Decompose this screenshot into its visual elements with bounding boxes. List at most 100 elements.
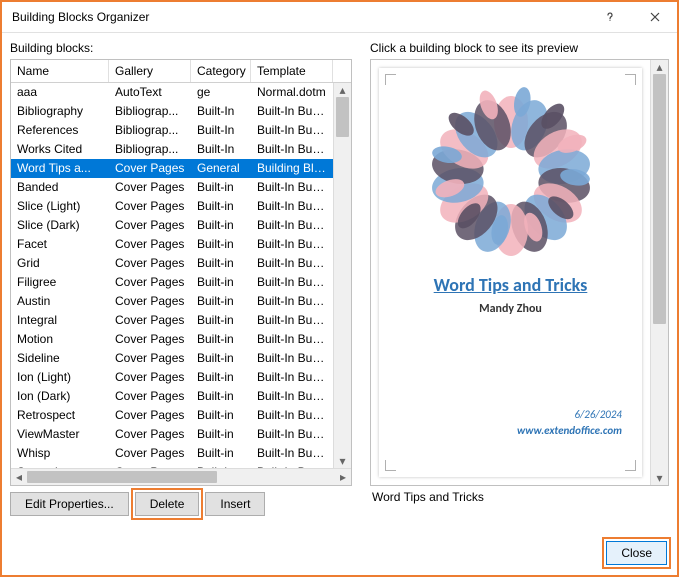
building-blocks-list[interactable]: Name Gallery Category Template aaaAutoTe… (10, 59, 352, 486)
cell-template: Built-In Buil... (251, 178, 333, 197)
cell-name: Ion (Light) (11, 368, 109, 387)
scrollbar-thumb[interactable] (336, 97, 349, 137)
cell-name: ViewMaster (11, 425, 109, 444)
preview-doc-url: www.extendoffice.com (517, 424, 622, 437)
table-row[interactable]: Slice (Dark)Cover PagesBuilt-inBuilt-In … (11, 216, 333, 235)
dialog-title: Building Blocks Organizer (12, 10, 587, 24)
table-row[interactable]: RetrospectCover PagesBuilt-inBuilt-In Bu… (11, 406, 333, 425)
cell-name: Filigree (11, 273, 109, 292)
preview-area: Word Tips and Tricks Mandy Zhou 6/26/202… (370, 59, 669, 486)
edit-properties-button[interactable]: Edit Properties... (10, 492, 129, 516)
scroll-left-icon: ◂ (11, 469, 27, 485)
cell-name: Sideline (11, 349, 109, 368)
page-margin-mark (385, 460, 396, 471)
cell-template: Built-In Buil... (251, 197, 333, 216)
cell-template: Built-In Buil... (251, 292, 333, 311)
building-blocks-label: Building blocks: (10, 39, 352, 59)
cell-name: Retrospect (11, 406, 109, 425)
list-horizontal-scrollbar[interactable]: ◂ ▸ (11, 468, 351, 485)
cell-gallery: Bibliograp... (109, 140, 191, 159)
cell-category: Built-in (191, 178, 251, 197)
column-header-name[interactable]: Name (11, 60, 109, 82)
cell-category: Built-in (191, 330, 251, 349)
cell-name: References (11, 121, 109, 140)
cell-template: Built-In Buil... (251, 235, 333, 254)
table-row[interactable]: Word Tips a...Cover PagesGeneralBuilding… (11, 159, 333, 178)
cell-category: Built-in (191, 273, 251, 292)
table-row[interactable]: FacetCover PagesBuilt-inBuilt-In Buil... (11, 235, 333, 254)
scroll-up-icon: ▴ (651, 60, 668, 74)
cell-gallery: Cover Pages (109, 444, 191, 463)
delete-button[interactable]: Delete (135, 492, 200, 516)
cell-category: Built-in (191, 292, 251, 311)
cell-gallery: Cover Pages (109, 159, 191, 178)
table-row[interactable]: Slice (Light)Cover PagesBuilt-inBuilt-In… (11, 197, 333, 216)
table-row[interactable]: BibliographyBibliograp...Built-InBuilt-I… (11, 102, 333, 121)
cell-category: Built-In (191, 102, 251, 121)
column-header-category[interactable]: Category (191, 60, 251, 82)
table-row[interactable]: ViewMasterCover PagesBuilt-inBuilt-In Bu… (11, 425, 333, 444)
page-margin-mark (625, 460, 636, 471)
cell-template: Built-In Buil... (251, 102, 333, 121)
scroll-up-icon: ▴ (334, 83, 351, 97)
cell-template: Built-In Buil... (251, 444, 333, 463)
table-row[interactable]: SidelineCover PagesBuilt-inBuilt-In Buil… (11, 349, 333, 368)
preview-vertical-scrollbar[interactable]: ▴ ▾ (650, 60, 668, 485)
cell-category: Built-in (191, 425, 251, 444)
table-row[interactable]: aaaAutoTextgeNormal.dotm (11, 83, 333, 102)
cell-template: Built-In Buil... (251, 216, 333, 235)
help-button[interactable] (587, 3, 632, 31)
preview-doc-subtitle: Mandy Zhou (479, 302, 542, 316)
table-row[interactable]: FiligreeCover PagesBuilt-inBuilt-In Buil… (11, 273, 333, 292)
cell-gallery: Cover Pages (109, 330, 191, 349)
preview-page: Word Tips and Tricks Mandy Zhou 6/26/202… (379, 68, 642, 477)
cell-gallery: Cover Pages (109, 273, 191, 292)
cell-category: Built-in (191, 387, 251, 406)
cell-template: Built-In Buil... (251, 368, 333, 387)
table-row[interactable]: MotionCover PagesBuilt-inBuilt-In Buil..… (11, 330, 333, 349)
cell-template: Built-In Buil... (251, 121, 333, 140)
cell-gallery: AutoText (109, 83, 191, 102)
cell-name: Grid (11, 254, 109, 273)
column-header-gallery[interactable]: Gallery (109, 60, 191, 82)
cell-name: Works Cited (11, 140, 109, 159)
cell-name: Slice (Light) (11, 197, 109, 216)
hscrollbar-thumb[interactable] (27, 471, 217, 483)
cell-category: Built-In (191, 121, 251, 140)
cell-template: Built-In Buil... (251, 406, 333, 425)
close-window-button[interactable] (632, 3, 677, 31)
list-vertical-scrollbar[interactable]: ▴ ▾ (333, 83, 351, 468)
titlebar: Building Blocks Organizer (2, 2, 677, 33)
cell-category: Built-in (191, 311, 251, 330)
table-row[interactable]: Works CitedBibliograp...Built-InBuilt-In… (11, 140, 333, 159)
cell-gallery: Cover Pages (109, 197, 191, 216)
column-header-template[interactable]: Template (251, 60, 333, 82)
cell-category: Built-in (191, 216, 251, 235)
table-row[interactable]: IntegralCover PagesBuilt-inBuilt-In Buil… (11, 311, 333, 330)
cell-name: aaa (11, 83, 109, 102)
close-button[interactable]: Close (606, 541, 667, 565)
cell-gallery: Cover Pages (109, 254, 191, 273)
cell-template: Normal.dotm (251, 83, 333, 102)
cell-category: Built-in (191, 406, 251, 425)
preview-doc-title: Word Tips and Tricks (434, 274, 588, 296)
table-row[interactable]: BandedCover PagesBuilt-inBuilt-In Buil..… (11, 178, 333, 197)
table-row[interactable]: Ion (Dark)Cover PagesBuilt-inBuilt-In Bu… (11, 387, 333, 406)
cell-name: Word Tips a... (11, 159, 109, 178)
table-row[interactable]: Ion (Light)Cover PagesBuilt-inBuilt-In B… (11, 368, 333, 387)
cell-template: Built-In Buil... (251, 425, 333, 444)
table-row[interactable]: AustinCover PagesBuilt-inBuilt-In Buil..… (11, 292, 333, 311)
table-row[interactable]: WhispCover PagesBuilt-inBuilt-In Buil... (11, 444, 333, 463)
scrollbar-thumb[interactable] (653, 74, 666, 324)
scroll-down-icon: ▾ (651, 471, 668, 485)
table-row[interactable]: GridCover PagesBuilt-inBuilt-In Buil... (11, 254, 333, 273)
cell-name: Ion (Dark) (11, 387, 109, 406)
insert-button[interactable]: Insert (205, 492, 265, 516)
cell-name: Integral (11, 311, 109, 330)
list-header: Name Gallery Category Template (11, 60, 351, 83)
table-row[interactable]: ReferencesBibliograp...Built-InBuilt-In … (11, 121, 333, 140)
scroll-down-icon: ▾ (334, 454, 351, 468)
cell-name: Banded (11, 178, 109, 197)
cell-gallery: Cover Pages (109, 292, 191, 311)
cell-category: Built-in (191, 368, 251, 387)
